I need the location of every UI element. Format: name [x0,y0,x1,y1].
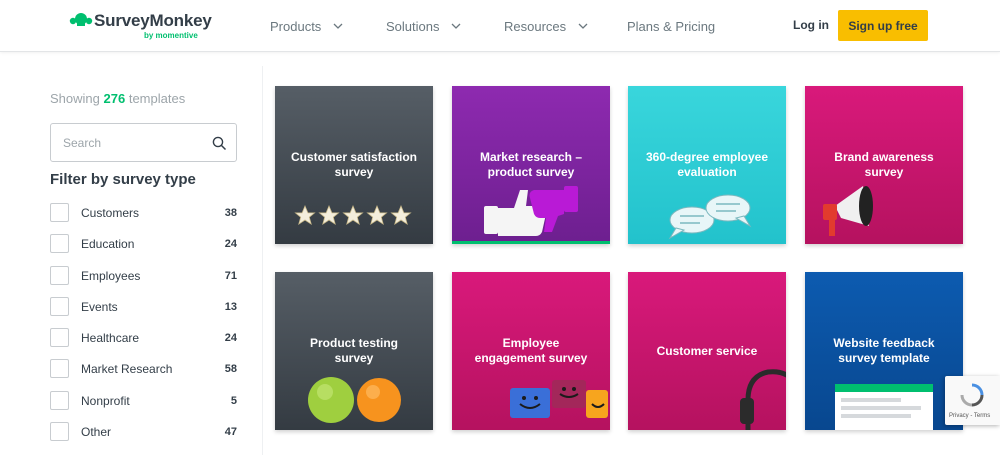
filter-count: 13 [224,300,237,313]
search-input[interactable]: Search [50,123,237,162]
signup-button-label: Sign up free [848,18,918,33]
filter-count: 38 [224,207,237,219]
nav-resources-label: Resources [504,18,567,34]
logo-subtext: by momentive [144,31,198,40]
nav-solutions-label: Solutions [386,18,440,34]
recaptcha-icon [960,383,984,407]
login-link[interactable]: Log in [793,18,829,32]
surveymonkey-logo[interactable]: SurveyMonkey by momentive [68,10,212,42]
filter-healthcare[interactable]: Healthcare 24 [50,328,237,359]
filter-customers[interactable]: Customers 38 [50,203,237,234]
template-card-360-employee-evaluation[interactable]: 360-degree employee evaluation [628,86,786,244]
template-card-customer-service[interactable]: Customer service [628,272,786,430]
showing-suffix: templates [128,91,186,106]
filter-events[interactable]: Events 13 [50,296,237,328]
template-card-brand-awareness[interactable]: Brand awareness survey [805,86,963,244]
megaphone-icon [823,186,873,236]
chevron-down-icon [578,23,588,29]
filter-employees[interactable]: Employees 71 [50,265,237,297]
five-stars-icon [294,204,412,226]
top-header: SurveyMonkey by momentive Products Solut… [0,0,1000,52]
happy-clips-icon [510,380,608,418]
template-card-employee-engagement[interactable]: Employee engagement survey [452,272,610,430]
recaptcha-links[interactable]: Privacy - Terms [949,413,990,419]
filter-count: 58 [224,363,237,376]
website-window-icon [835,384,933,430]
filter-label: Nonprofit [81,393,130,408]
nav-resources[interactable]: Resources [504,0,588,52]
nav-solutions[interactable]: Solutions [386,0,461,52]
sidebar-divider [262,66,263,455]
filter-label: Education [81,237,135,252]
showing-prefix: Showing [50,91,100,106]
filter-checkbox[interactable] [50,390,69,410]
filter-checkbox[interactable] [50,265,69,285]
nav-plans-pricing[interactable]: Plans & Pricing [627,0,715,52]
chevron-down-icon [452,23,461,29]
chevron-down-icon [333,23,343,29]
filter-checkbox[interactable] [50,359,69,379]
nav-plans-pricing-label: Plans & Pricing [627,18,716,34]
thumbs-up-down-icon [452,186,610,244]
filter-list: Customers 38 Education 24 Employees 71 E… [50,203,237,453]
filter-checkbox[interactable] [50,203,69,222]
filter-education[interactable]: Education 24 [50,234,237,265]
filter-checkbox[interactable] [50,328,69,348]
monkey-logo-icon [69,13,93,26]
filter-label: Market Research [81,362,173,377]
filter-nonprofit[interactable]: Nonprofit 5 [50,390,237,422]
filter-count: 24 [224,238,237,251]
filter-count: 71 [224,269,237,282]
search-icon[interactable] [212,136,227,151]
apple-orange-icon [308,377,401,423]
filter-count: 5 [230,394,237,407]
filter-checkbox[interactable] [50,234,69,254]
filter-checkbox[interactable] [50,422,69,442]
template-card-customer-satisfaction[interactable]: Customer satisfaction survey [275,86,433,244]
template-card-website-feedback[interactable]: Website feedback survey template [805,272,963,430]
filter-count: 24 [224,332,237,345]
filter-label: Employees [81,268,141,283]
filter-title: Filter by survey type [50,171,196,188]
speech-bubbles-icon [668,194,752,240]
template-card-product-testing[interactable]: Product testing survey [275,272,433,430]
filter-label: Other [81,425,112,440]
search-placeholder: Search [63,136,102,150]
filter-label: Events [81,299,118,314]
recaptcha-badge[interactable]: Privacy - Terms [945,376,1000,425]
template-count: 276 [103,91,126,106]
filter-other[interactable]: Other 47 [50,422,237,453]
nav-products[interactable]: Products [270,0,343,52]
headset-icon [740,369,786,430]
logo-text: SurveyMonkey [94,11,212,30]
signup-button[interactable]: Sign up free [838,10,928,41]
nav-products-label: Products [270,18,322,34]
filter-checkbox[interactable] [50,296,69,316]
filter-count: 47 [224,426,237,439]
filter-label: Healthcare [81,331,140,346]
template-count-text: Showing 276 templates [50,91,185,106]
template-card-market-research[interactable]: Market research – product survey [452,86,610,244]
filter-market-research[interactable]: Market Research 58 [50,359,237,390]
filter-label: Customers [81,206,140,220]
